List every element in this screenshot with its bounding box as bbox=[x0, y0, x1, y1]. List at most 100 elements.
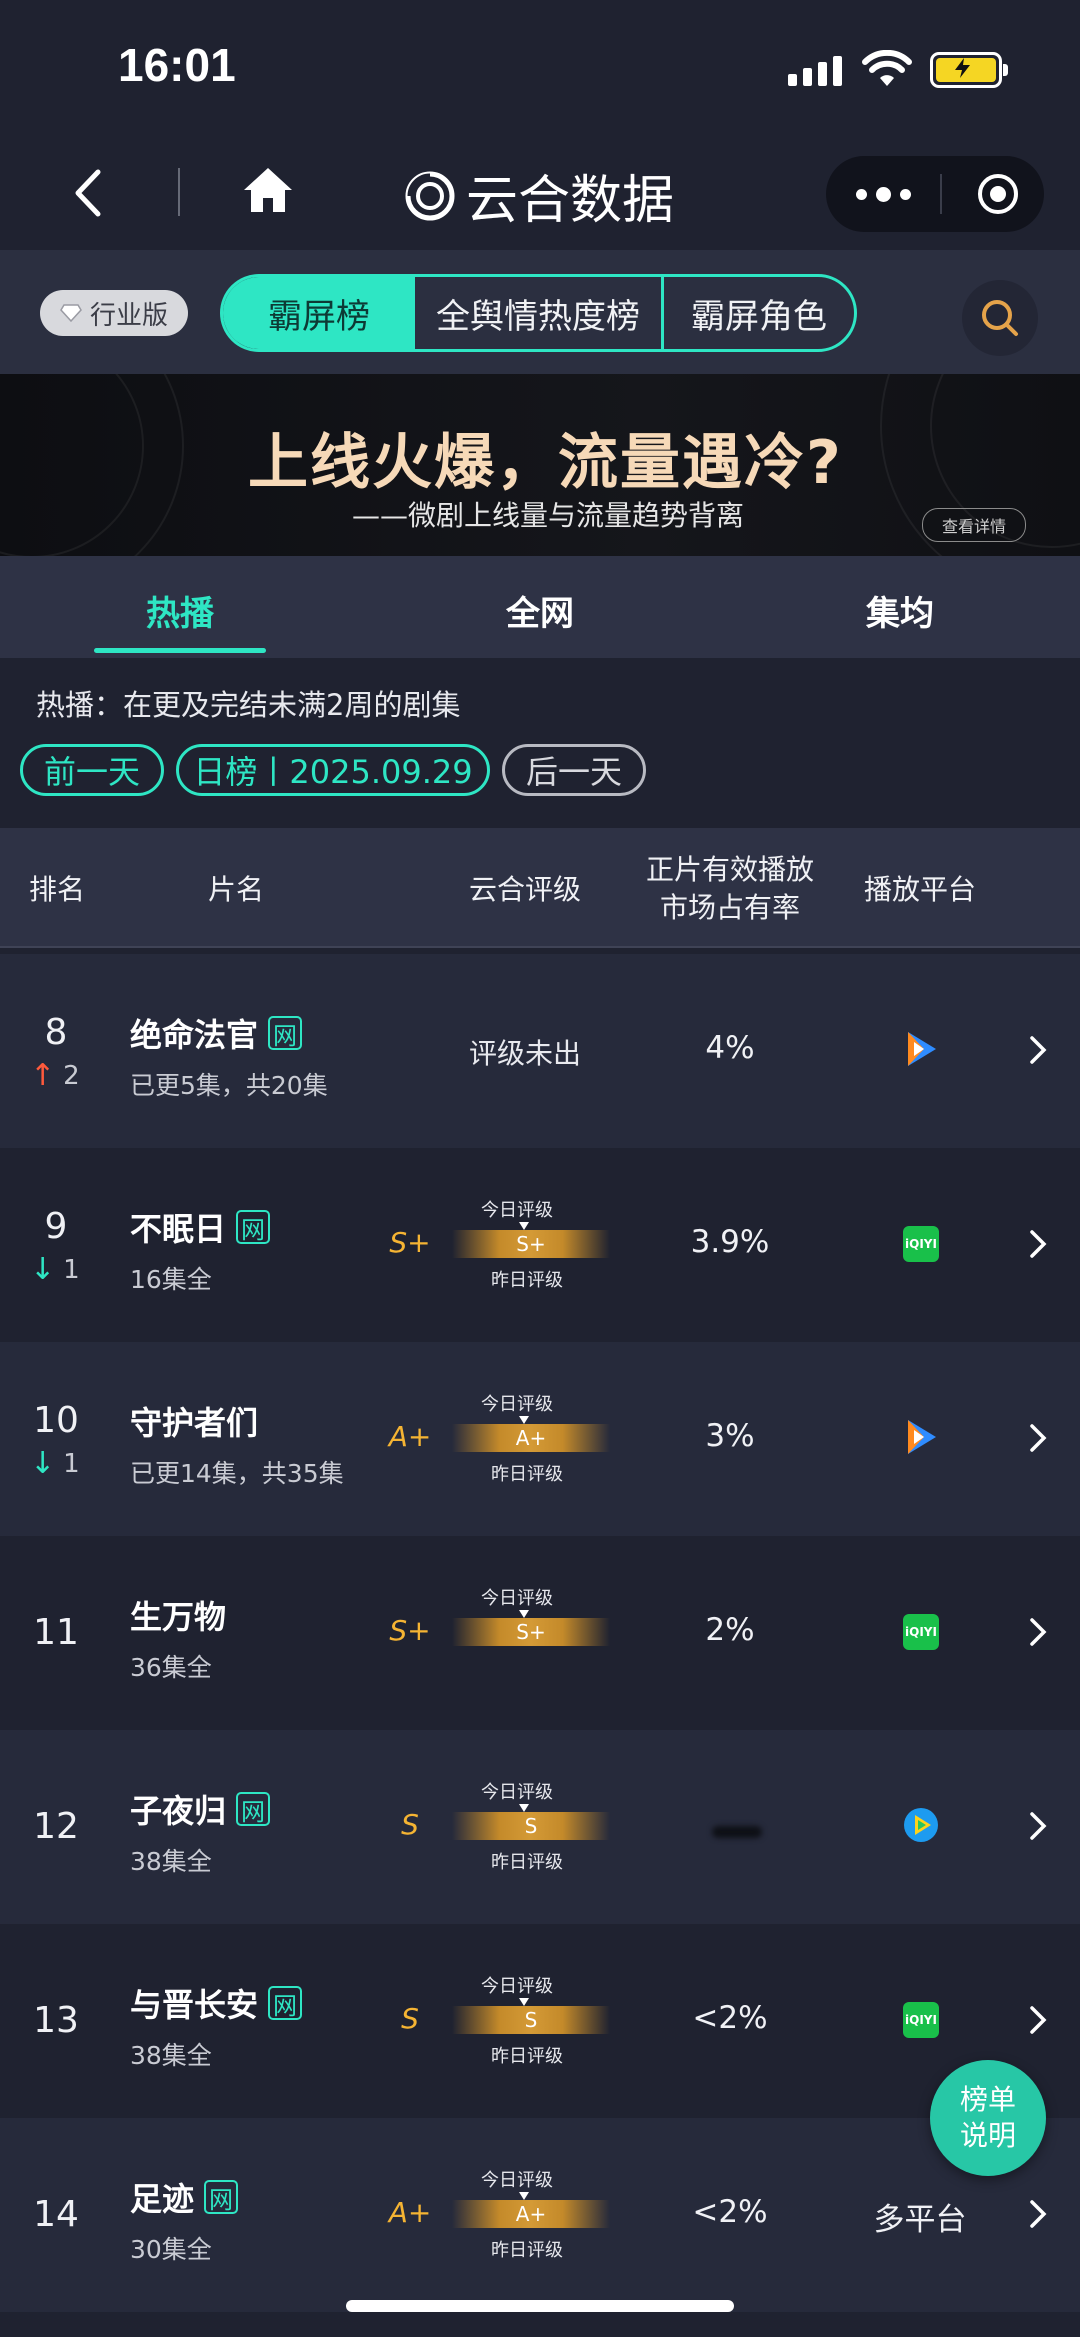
tencent-video-icon bbox=[908, 1032, 936, 1066]
top-tabs-row: 行业版 霸屏榜 全舆情热度榜 霸屏角色 bbox=[0, 250, 1080, 374]
grade-yesterday-label: 昨日评级 bbox=[491, 1464, 563, 1485]
episode-info: 38集全 bbox=[130, 2041, 212, 2070]
more-icon[interactable] bbox=[856, 180, 924, 208]
chevron-right-icon[interactable] bbox=[1028, 1616, 1048, 1648]
brand-name: 云合数据 bbox=[466, 171, 675, 231]
tencent-play-icon bbox=[904, 1808, 938, 1842]
ranking-segment-control: 霸屏榜 全舆情热度榜 霸屏角色 bbox=[220, 274, 857, 352]
arrow-down-icon: ↓ bbox=[30, 1252, 56, 1287]
grade-yesterday-label: 昨日评级 bbox=[491, 2240, 563, 2261]
grade-today-label: 今日评级 bbox=[481, 1394, 553, 1415]
table-row[interactable]: 12 子夜归 网 38集全 S 今日评级 S 昨日评级 bbox=[0, 1730, 1080, 1924]
promo-banner[interactable]: 上线火爆，流量遇冷? ——微剧上线量与流量趋势背离 查看详情 bbox=[0, 374, 1080, 556]
rank-change: ↓ 1 bbox=[30, 1446, 80, 1481]
grade-bar-value: S+ bbox=[516, 1620, 546, 1644]
arrow-up-icon: ↑ bbox=[30, 1058, 56, 1093]
mini-program-capsule bbox=[826, 156, 1044, 232]
wifi-icon bbox=[862, 50, 912, 86]
table-row[interactable]: 11 生万物 36集全 S+ 今日评级 S+ 2% iQIYI bbox=[0, 1536, 1080, 1730]
episode-info: 已更14集，共35集 bbox=[130, 1459, 344, 1488]
table-row[interactable]: 13 与晋长安 网 38集全 S 今日评级 S 昨日评级 <2% iQIYI bbox=[0, 1924, 1080, 2118]
web-drama-badge: 网 bbox=[268, 1986, 303, 2020]
tab-bapingbang[interactable]: 霸屏榜 bbox=[223, 277, 415, 349]
iqiyi-icon: iQIYI bbox=[903, 1614, 939, 1650]
episode-info: 30集全 bbox=[130, 2235, 212, 2264]
episode-info: 已更5集，共20集 bbox=[130, 1071, 328, 1100]
tab-rebo[interactable]: 热播 bbox=[60, 586, 300, 635]
home-icon[interactable] bbox=[240, 162, 296, 218]
col-rank: 排名 bbox=[28, 873, 85, 906]
status-time: 16:01 bbox=[118, 39, 236, 91]
grade-yesterday-label: 昨日评级 bbox=[491, 1270, 563, 1291]
tab-baping-role[interactable]: 霸屏角色 bbox=[664, 277, 854, 349]
home-indicator[interactable] bbox=[346, 2300, 734, 2312]
grade-label: S+ bbox=[389, 1614, 431, 1647]
market-share: <2% bbox=[692, 2000, 768, 2036]
close-miniprogram-icon[interactable] bbox=[978, 174, 1018, 214]
col-platform: 播放平台 bbox=[863, 873, 976, 906]
web-drama-badge: 网 bbox=[204, 2180, 239, 2214]
grade-label: A+ bbox=[388, 1420, 432, 1453]
grade-bar-value: A+ bbox=[515, 2202, 547, 2226]
ranking-explanation-button[interactable]: 榜单 说明 bbox=[930, 2060, 1046, 2176]
market-share: 4% bbox=[705, 1030, 755, 1066]
chevron-right-icon[interactable] bbox=[1028, 1422, 1048, 1454]
next-day-button[interactable]: 后一天 bbox=[502, 744, 646, 796]
grade-label: S bbox=[401, 1808, 419, 1841]
sub-tabs: 热播 全网 集均 bbox=[0, 556, 1080, 658]
episode-info: 16集全 bbox=[130, 1265, 212, 1294]
chevron-right-icon[interactable] bbox=[1028, 1228, 1048, 1260]
table-row[interactable]: 10 ↓ 1 守护者们 已更14集，共35集 A+ 今日评级 A+ 昨日评级 3% bbox=[0, 1342, 1080, 1536]
table-row[interactable]: 9 ↓ 1 不眠日 网 16集全 S+ 今日评级 S+ 昨日评级 3.9% iQI… bbox=[0, 1148, 1080, 1342]
chevron-right-icon[interactable] bbox=[1028, 1810, 1048, 1842]
show-title: 不眠日 网 bbox=[130, 1204, 271, 1250]
market-share: <2% bbox=[692, 2194, 768, 2230]
search-icon bbox=[982, 300, 1018, 336]
banner-title: 上线火爆，流量遇冷? bbox=[248, 428, 843, 498]
grade-bar-value: S bbox=[524, 2008, 538, 2032]
show-title: 与晋长安 网 bbox=[130, 1980, 303, 2026]
tab-quanwang[interactable]: 全网 bbox=[420, 586, 660, 635]
episode-info: 38集全 bbox=[130, 1847, 212, 1876]
banner-detail-button[interactable]: 查看详情 bbox=[922, 508, 1026, 542]
market-share: 3.9% bbox=[690, 1224, 770, 1260]
grade-bar-value: S bbox=[524, 1814, 538, 1838]
grade-today-label: 今日评级 bbox=[481, 2170, 553, 2191]
active-tab-indicator bbox=[94, 648, 266, 653]
col-share-line2: 市场占有率 bbox=[659, 891, 800, 924]
show-title: 守护者们 bbox=[130, 1404, 259, 1442]
tencent-video-icon bbox=[908, 1420, 936, 1454]
grade-label: S+ bbox=[389, 1226, 431, 1259]
grade-today-label: 今日评级 bbox=[481, 1588, 553, 1609]
back-icon[interactable] bbox=[70, 168, 110, 218]
industry-badge[interactable]: 行业版 bbox=[40, 290, 188, 336]
prev-day-button[interactable]: 前一天 bbox=[20, 744, 164, 796]
chevron-right-icon[interactable] bbox=[1028, 1034, 1048, 1066]
date-selector[interactable]: 日榜丨2025.09.29 bbox=[176, 744, 490, 796]
grade-today-label: 今日评级 bbox=[481, 1782, 553, 1803]
rank-number: 11 bbox=[33, 1612, 79, 1653]
ranking-description: 热播：在更及完结未满2周的剧集 bbox=[36, 688, 461, 722]
table-header: 排名 片名 云合评级 正片有效播放 市场占有率 播放平台 bbox=[0, 828, 1080, 948]
web-drama-badge: 网 bbox=[236, 1210, 271, 1244]
rank-number: 12 bbox=[33, 1806, 79, 1847]
blurred-share-value bbox=[712, 1826, 762, 1838]
market-share: 2% bbox=[705, 1612, 755, 1648]
yunhe-logo-icon bbox=[405, 171, 455, 220]
banner-subtitle: ——微剧上线量与流量趋势背离 bbox=[352, 499, 745, 532]
search-button[interactable] bbox=[962, 280, 1038, 356]
table-row[interactable]: 14 足迹 网 30集全 A+ 今日评级 A+ 昨日评级 <2% 多平台 bbox=[0, 2118, 1080, 2312]
grade-bar-value: S+ bbox=[516, 1232, 546, 1256]
iqiyi-icon: iQIYI bbox=[903, 1226, 939, 1262]
tab-jijun[interactable]: 集均 bbox=[780, 586, 1020, 635]
chevron-right-icon[interactable] bbox=[1028, 2198, 1048, 2230]
iqiyi-icon: iQIYI bbox=[903, 2002, 939, 2038]
web-drama-badge: 网 bbox=[268, 1016, 303, 1050]
rank-number: 13 bbox=[33, 2000, 79, 2041]
table-row[interactable]: 8 ↑ 2 绝命法官 网 已更5集，共20集 评级未出 4% bbox=[0, 954, 1080, 1148]
battery-charging-icon bbox=[930, 52, 1008, 88]
tab-quanyuqing[interactable]: 全舆情热度榜 bbox=[415, 277, 664, 349]
rating-text: 评级未出 bbox=[468, 1037, 581, 1070]
grade-today-label: 今日评级 bbox=[481, 1976, 553, 1997]
chevron-right-icon[interactable] bbox=[1028, 2004, 1048, 2036]
